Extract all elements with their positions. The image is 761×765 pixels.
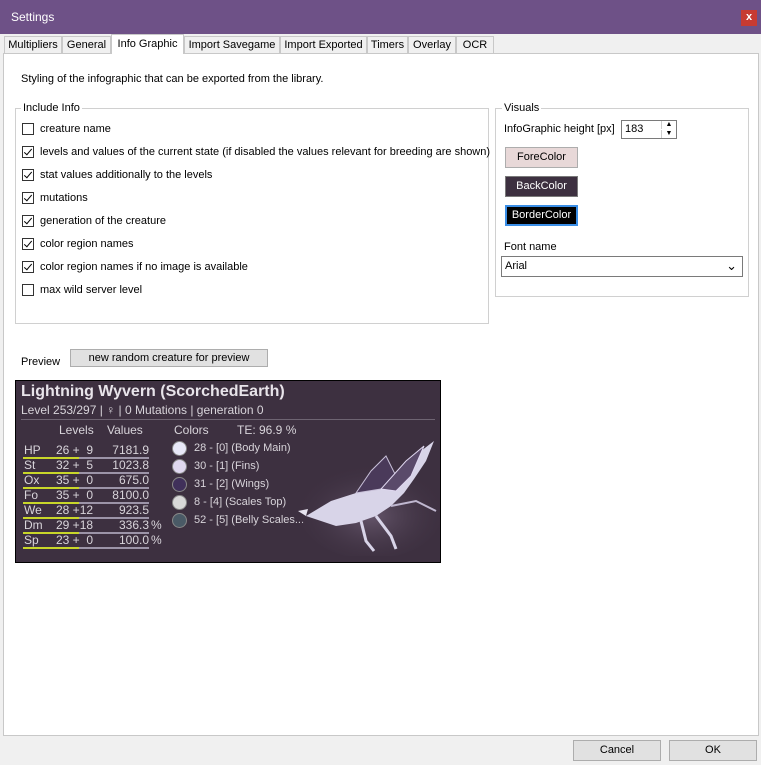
- tab-import-savegame[interactable]: Import Savegame: [184, 36, 280, 53]
- tab-import-exported[interactable]: Import Exported: [280, 36, 367, 53]
- ok-button[interactable]: OK: [669, 740, 757, 761]
- stat-value: 923.5: [118, 503, 149, 517]
- height-value: 183: [625, 123, 644, 135]
- creature-subtitle: Level 253/297 | ♀ | 0 Mutations | genera…: [21, 403, 264, 417]
- values-header: Values: [107, 423, 143, 437]
- tab-general[interactable]: General: [62, 36, 111, 53]
- spin-up-icon[interactable]: ▲: [661, 121, 676, 129]
- levels-values-checkbox[interactable]: [22, 146, 34, 158]
- visuals-legend: Visuals: [502, 102, 542, 114]
- title-bar: Settings x: [0, 0, 761, 34]
- color-text: 28 - [0] (Body Main): [194, 442, 291, 454]
- stat-value: 7181.9: [112, 443, 149, 457]
- creature-title: Lightning Wyvern (ScorchedEarth): [21, 383, 285, 400]
- stat-levels: 35 + 0: [56, 488, 94, 502]
- stat-pct: %: [151, 533, 162, 547]
- cancel-button[interactable]: Cancel: [573, 740, 661, 761]
- levels-values-label: levels and values of the current state (…: [40, 146, 491, 158]
- creature-image: [298, 441, 440, 556]
- stat-name: Ox: [24, 473, 40, 487]
- levels-header: Levels: [59, 423, 94, 437]
- stat-levels: 35 + 0: [56, 473, 94, 487]
- stat-name: Sp: [24, 533, 39, 547]
- color-swatch: [172, 441, 187, 456]
- include-info-legend: Include Info: [21, 102, 82, 114]
- stat-name: Dm: [24, 518, 43, 532]
- stat-value: 675.0: [118, 473, 149, 487]
- preview-label: Preview: [21, 356, 61, 368]
- color-region-no-image-label: color region names if no image is availa…: [40, 261, 248, 273]
- creature-name-label: creature name: [40, 123, 111, 135]
- generation-checkbox[interactable]: [22, 215, 34, 227]
- stat-level-bar: [23, 547, 82, 549]
- stat-values-checkbox[interactable]: [22, 169, 34, 181]
- infographic-preview: Lightning Wyvern (ScorchedEarth) Level 2…: [15, 380, 441, 563]
- forecolor-button[interactable]: ForeColor: [505, 147, 578, 168]
- tab-timers[interactable]: Timers: [367, 36, 408, 53]
- stat-name: We: [24, 503, 42, 517]
- mutations-label: mutations: [40, 192, 88, 204]
- color-region-no-image-checkbox[interactable]: [22, 261, 34, 273]
- tab-multipliers[interactable]: Multipliers: [4, 36, 62, 53]
- tab-info-graphic[interactable]: Info Graphic: [111, 34, 184, 54]
- close-button[interactable]: x: [741, 10, 757, 26]
- stat-name: HP: [24, 443, 41, 457]
- font-name-select[interactable]: Arial ⌄: [501, 256, 743, 277]
- stat-value: 100.0: [118, 533, 149, 547]
- stat-pct: %: [151, 518, 162, 532]
- stat-levels: 26 + 9: [56, 443, 94, 457]
- title-divider: [21, 419, 435, 420]
- color-region-names-label: color region names: [40, 238, 134, 250]
- te-header: TE: 96.9 %: [237, 423, 297, 437]
- spin-down-icon[interactable]: ▼: [661, 130, 676, 138]
- stat-value: 1023.8: [112, 458, 149, 472]
- font-name-value: Arial: [505, 260, 528, 272]
- colors-header: Colors: [174, 423, 209, 437]
- stat-values-label: stat values additionally to the levels: [40, 169, 213, 181]
- random-creature-button[interactable]: new random creature for preview: [70, 349, 268, 367]
- window-title: Settings: [11, 10, 55, 24]
- bordercolor-button[interactable]: BorderColor: [505, 205, 578, 226]
- max-wild-level-label: max wild server level: [40, 284, 143, 296]
- stat-value: 336.3: [118, 518, 149, 532]
- description-text: Styling of the infographic that can be e…: [21, 73, 324, 85]
- chevron-down-icon: ⌄: [726, 258, 737, 273]
- color-region-names-checkbox[interactable]: [22, 238, 34, 250]
- stat-value-bar: [79, 547, 149, 549]
- color-text: 8 - [4] (Scales Top): [194, 496, 287, 508]
- tab-overlay[interactable]: Overlay: [408, 36, 456, 53]
- color-swatch: [172, 477, 187, 492]
- height-input[interactable]: 183 ▲ ▼: [621, 120, 677, 139]
- color-swatch: [172, 459, 187, 474]
- max-wild-level-checkbox[interactable]: [22, 284, 34, 296]
- color-text: 31 - [2] (Wings): [194, 478, 270, 490]
- creature-name-checkbox[interactable]: [22, 123, 34, 135]
- stat-levels: 29 +18: [56, 518, 94, 532]
- stat-levels: 23 + 0: [56, 533, 94, 547]
- stat-levels: 32 + 5: [56, 458, 94, 472]
- tab-ocr[interactable]: OCR: [456, 36, 494, 53]
- font-name-label: Font name: [504, 241, 557, 253]
- height-label: InfoGraphic height [px]: [504, 123, 615, 135]
- color-text: 30 - [1] (Fins): [194, 460, 260, 472]
- backcolor-button[interactable]: BackColor: [505, 176, 578, 197]
- color-swatch: [172, 495, 187, 510]
- stat-value: 8100.0: [112, 488, 149, 502]
- color-swatch: [172, 513, 187, 528]
- generation-label: generation of the creature: [40, 215, 166, 227]
- color-text: 52 - [5] (Belly Scales...: [194, 514, 305, 526]
- stat-name: Fo: [24, 488, 39, 502]
- stat-name: St: [24, 458, 36, 472]
- mutations-checkbox[interactable]: [22, 192, 34, 204]
- stat-levels: 28 +12: [56, 503, 94, 517]
